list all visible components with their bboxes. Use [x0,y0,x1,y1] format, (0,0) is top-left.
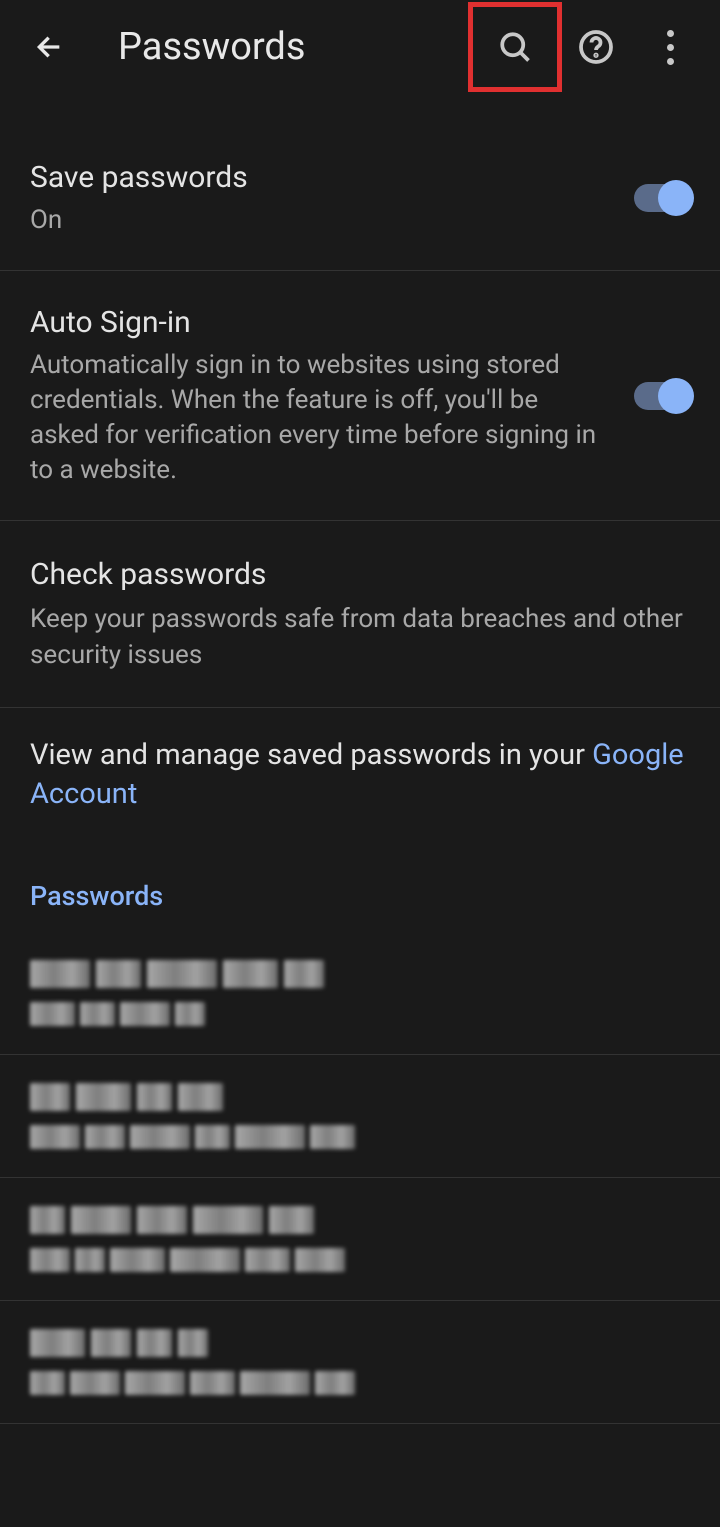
manage-passwords-section: View and manage saved passwords in your … [0,708,720,850]
password-site-redacted [30,1083,690,1111]
check-passwords-row[interactable]: Check passwords Keep your passwords safe… [0,521,720,707]
password-site-redacted [30,960,690,988]
check-passwords-description: Keep your passwords safe from data breac… [30,602,690,672]
toggle-knob [658,378,694,414]
help-icon [578,29,614,65]
help-button[interactable] [574,25,618,69]
manage-text: View and manage saved passwords in your … [30,736,690,814]
toggle-knob [658,180,694,216]
search-icon [497,29,533,65]
password-user-redacted [30,1371,690,1395]
app-header: Passwords [0,0,720,94]
password-user-redacted [30,1248,690,1272]
password-site-redacted [30,1206,690,1234]
save-passwords-toggle[interactable] [634,184,690,212]
password-entry[interactable] [0,1055,720,1178]
auto-signin-row[interactable]: Auto Sign-in Automatically sign in to we… [0,271,720,521]
page-title: Passwords [118,25,488,69]
auto-signin-description: Automatically sign in to websites using … [30,348,604,488]
arrow-left-icon [34,31,66,63]
password-entry[interactable] [0,1301,720,1424]
search-button[interactable] [493,25,537,69]
save-passwords-title: Save passwords [30,158,604,197]
back-button[interactable] [30,27,70,67]
save-passwords-content: Save passwords On [30,158,634,238]
manage-prefix: View and manage saved passwords in your [30,738,592,772]
dot-icon [667,44,674,51]
auto-signin-toggle[interactable] [634,382,690,410]
save-passwords-row[interactable]: Save passwords On [0,126,720,271]
password-user-redacted [30,1125,690,1149]
more-options-button[interactable] [650,30,690,65]
header-actions [488,20,690,74]
dot-icon [667,58,674,65]
search-highlight-box [468,2,562,92]
passwords-section-label: Passwords [0,850,720,932]
password-site-redacted [30,1329,690,1357]
password-entry[interactable] [0,1178,720,1301]
dot-icon [667,30,674,37]
auto-signin-title: Auto Sign-in [30,303,604,342]
check-passwords-title: Check passwords [30,555,690,594]
auto-signin-content: Auto Sign-in Automatically sign in to we… [30,303,634,488]
password-entry[interactable] [0,932,720,1055]
save-passwords-status: On [30,203,604,238]
password-user-redacted [30,1002,690,1026]
